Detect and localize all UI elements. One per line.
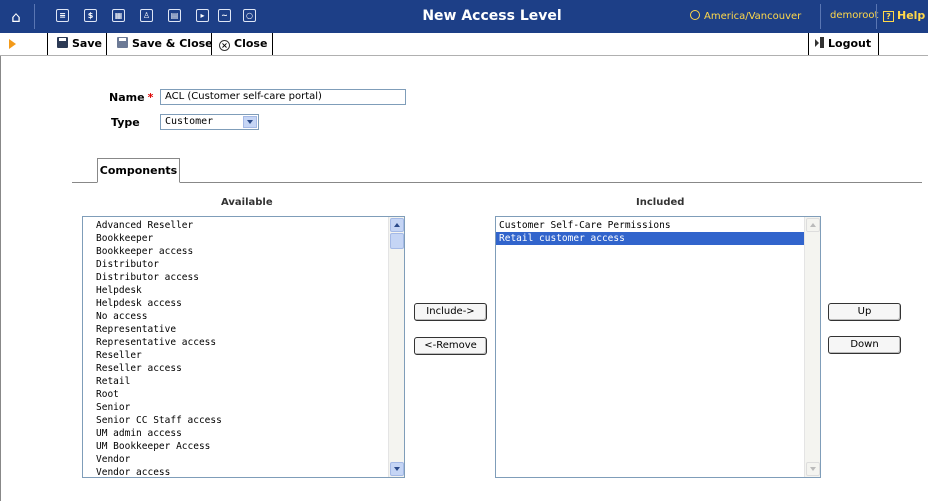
list-item[interactable]: Retail bbox=[83, 375, 404, 388]
save-close-label: Save & Close bbox=[132, 37, 213, 50]
grid-icon[interactable]: ▦ bbox=[112, 9, 125, 22]
list-item[interactable]: Customer Self-Care Permissions bbox=[496, 219, 820, 232]
disk-icon bbox=[117, 37, 128, 48]
scroll-thumb[interactable] bbox=[390, 233, 404, 249]
list-item[interactable]: UM Bookkeeper Access bbox=[83, 440, 404, 453]
chevron-down-icon[interactable] bbox=[243, 116, 257, 128]
document-icon[interactable]: ▤ bbox=[168, 9, 181, 22]
tab-underline bbox=[72, 182, 922, 183]
included-listbox[interactable]: Customer Self-Care Permissions Retail cus… bbox=[495, 216, 821, 478]
divider bbox=[820, 4, 821, 29]
list-item[interactable]: Representative bbox=[83, 323, 404, 336]
list-item[interactable]: No access bbox=[83, 310, 404, 323]
toolbar: Save Save & Close × Close Logout bbox=[0, 33, 928, 56]
logout-label: Logout bbox=[828, 37, 872, 50]
required-marker: * bbox=[147, 91, 154, 104]
search-icon[interactable]: ○ bbox=[243, 9, 256, 22]
person-icon[interactable]: ♙ bbox=[140, 9, 153, 22]
save-label: Save bbox=[72, 37, 102, 50]
page-title: New Access Level bbox=[422, 8, 562, 24]
divider bbox=[808, 33, 809, 55]
help-link[interactable]: ? Help bbox=[883, 9, 925, 22]
list-item[interactable]: Bookkeeper access bbox=[83, 245, 404, 258]
list-item[interactable]: Reseller bbox=[83, 349, 404, 362]
scroll-down-icon[interactable] bbox=[806, 462, 820, 476]
timezone-link[interactable]: America/Vancouver bbox=[690, 10, 801, 22]
list-item[interactable]: Bookkeeper bbox=[83, 232, 404, 245]
chart-icon[interactable]: ~ bbox=[218, 9, 231, 22]
scroll-down-icon[interactable] bbox=[390, 462, 404, 476]
list-item[interactable]: Senior CC Staff access bbox=[83, 414, 404, 427]
list-item[interactable]: Senior bbox=[83, 401, 404, 414]
name-field[interactable]: ACL (Customer self-care portal) bbox=[160, 89, 406, 105]
help-label: Help bbox=[897, 9, 926, 22]
logout-icon bbox=[815, 37, 825, 48]
list-item[interactable]: Representative access bbox=[83, 336, 404, 349]
save-close-button[interactable]: Save & Close bbox=[117, 33, 213, 55]
home-icon[interactable]: ⌂ bbox=[6, 7, 26, 27]
list-item[interactable]: Advanced Reseller bbox=[83, 219, 404, 232]
type-select[interactable]: Customer bbox=[160, 114, 259, 130]
available-scrollbar[interactable] bbox=[388, 217, 404, 477]
list-item[interactable]: Retail customer access bbox=[496, 232, 820, 245]
list-item[interactable]: Root bbox=[83, 388, 404, 401]
list-icon[interactable]: ≡ bbox=[56, 9, 69, 22]
save-button[interactable]: Save bbox=[57, 33, 102, 55]
include-button[interactable]: Include-> bbox=[414, 303, 487, 321]
close-icon: × bbox=[219, 40, 230, 51]
available-listbox[interactable]: Advanced Reseller Bookkeeper Bookkeeper ac… bbox=[82, 216, 405, 478]
divider bbox=[106, 33, 107, 55]
remove-button[interactable]: <-Remove bbox=[414, 337, 487, 355]
name-label-text: Name bbox=[109, 91, 145, 104]
close-button[interactable]: × Close bbox=[219, 33, 267, 55]
disk-icon bbox=[57, 37, 68, 48]
help-icon: ? bbox=[883, 11, 894, 22]
close-label: Close bbox=[234, 37, 268, 50]
down-button[interactable]: Down bbox=[828, 336, 901, 354]
user-name[interactable]: demoroot bbox=[830, 10, 878, 21]
list-item[interactable]: Helpdesk access bbox=[83, 297, 404, 310]
list-item[interactable]: Distributor bbox=[83, 258, 404, 271]
scroll-up-icon[interactable] bbox=[390, 218, 404, 232]
top-navigation-bar: ⌂ ≡ $ ▦ ♙ ▤ ▸ ~ ○ New Access Level Ameri… bbox=[0, 0, 928, 33]
list-item[interactable]: Vendor access bbox=[83, 466, 404, 477]
toolbar-arrow-icon[interactable] bbox=[9, 39, 16, 49]
available-items: Advanced Reseller Bookkeeper Bookkeeper ac… bbox=[83, 217, 404, 477]
divider bbox=[878, 33, 879, 55]
up-button[interactable]: Up bbox=[828, 303, 901, 321]
list-item[interactable]: UM admin access bbox=[83, 427, 404, 440]
list-item[interactable]: Distributor access bbox=[83, 271, 404, 284]
timezone-label: America/Vancouver bbox=[704, 11, 802, 22]
included-items: Customer Self-Care Permissions Retail cus… bbox=[496, 217, 820, 245]
dollar-icon[interactable]: $ bbox=[84, 9, 97, 22]
list-item[interactable]: Reseller access bbox=[83, 362, 404, 375]
list-item[interactable]: Vendor bbox=[83, 453, 404, 466]
list-item[interactable]: Helpdesk bbox=[83, 284, 404, 297]
type-label: Type bbox=[111, 116, 140, 129]
logout-button[interactable]: Logout bbox=[815, 33, 871, 55]
clock-icon bbox=[690, 10, 700, 20]
divider bbox=[47, 33, 48, 55]
name-label: Name * bbox=[109, 91, 153, 104]
tab-components[interactable]: Components bbox=[97, 158, 180, 183]
divider bbox=[211, 33, 212, 55]
available-title: Available bbox=[221, 197, 273, 208]
divider bbox=[272, 33, 273, 55]
scroll-up-icon[interactable] bbox=[806, 218, 820, 232]
divider bbox=[876, 4, 877, 29]
content-border bbox=[0, 56, 1, 501]
included-title: Included bbox=[636, 197, 685, 208]
type-select-value: Customer bbox=[165, 116, 214, 127]
forward-icon[interactable]: ▸ bbox=[196, 9, 209, 22]
divider bbox=[34, 4, 35, 29]
included-scrollbar[interactable] bbox=[804, 217, 820, 477]
